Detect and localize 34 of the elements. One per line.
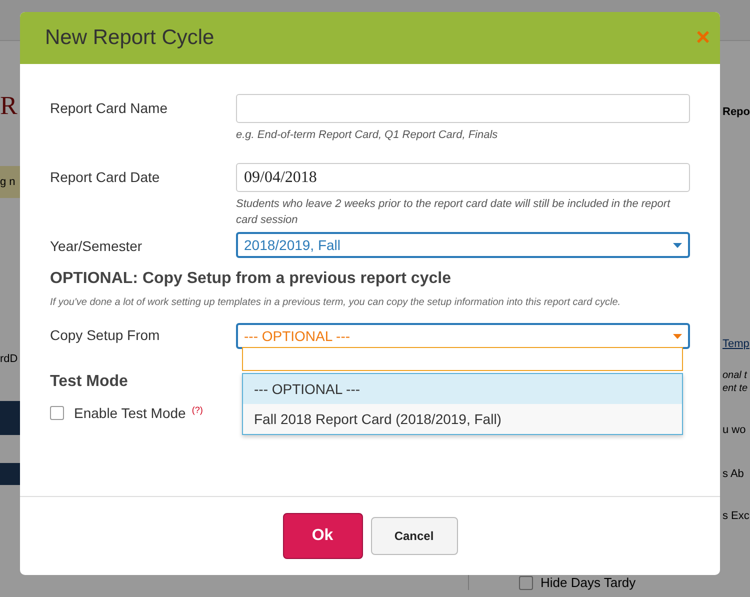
dialog-title: New Report Cycle — [45, 26, 214, 50]
help-link[interactable]: (?) — [192, 405, 203, 415]
search-field[interactable] — [242, 347, 683, 371]
page-text: rdD — [0, 353, 18, 365]
field-label: Report Card Date — [50, 168, 161, 187]
ok-button[interactable]: Ok — [282, 513, 362, 559]
caret-icon — [673, 334, 682, 338]
dropdown-option[interactable]: Fall 2018 Report Card (2018/2019, Fall) — [243, 404, 682, 434]
select-field[interactable]: 2018/2019, Fall — [236, 232, 690, 258]
date-field[interactable]: 09/04/2018 — [236, 163, 690, 192]
help-text: Students who leave 2 weeks prior to the report card date will still be included in the report card session — [236, 197, 672, 228]
dropdown-option[interactable]: --- OPTIONAL --- — [243, 374, 682, 404]
section-heading: OPTIONAL: Copy Setup from a previous report cycle — [50, 270, 451, 288]
field-label: Year/Semester — [50, 237, 144, 256]
panel-text: ent te — [722, 383, 748, 394]
section-heading: Test Mode — [50, 373, 128, 391]
panel-text: onal t — [722, 370, 747, 381]
text-field[interactable] — [236, 94, 690, 123]
panel-text: s Exc — [722, 510, 750, 522]
panel-text: u wo — [722, 424, 746, 436]
checkbox[interactable] — [50, 406, 64, 420]
help-text: e.g. End-of-term Report Card, Q1 Report Card, Finals — [236, 128, 499, 143]
cancel-button[interactable]: Cancel — [370, 517, 458, 555]
checkbox[interactable] — [518, 576, 532, 590]
link[interactable]: Temp — [722, 338, 750, 350]
checkbox-label: Hide Days Tardy — [540, 575, 636, 590]
section-note: If you've done a lot of work setting up templates in a previous term, you can copy the setup information into this report card cycle. — [50, 296, 622, 310]
panel-text: s Ab — [722, 468, 744, 480]
field-label: Copy Setup From — [50, 326, 161, 345]
checkbox-label: Enable Test Mode — [74, 405, 186, 421]
caret-icon — [673, 242, 682, 248]
tab[interactable]: Repo — [722, 106, 750, 118]
field-label: Report Card Name — [50, 99, 168, 118]
logo-text: R — [0, 91, 18, 121]
